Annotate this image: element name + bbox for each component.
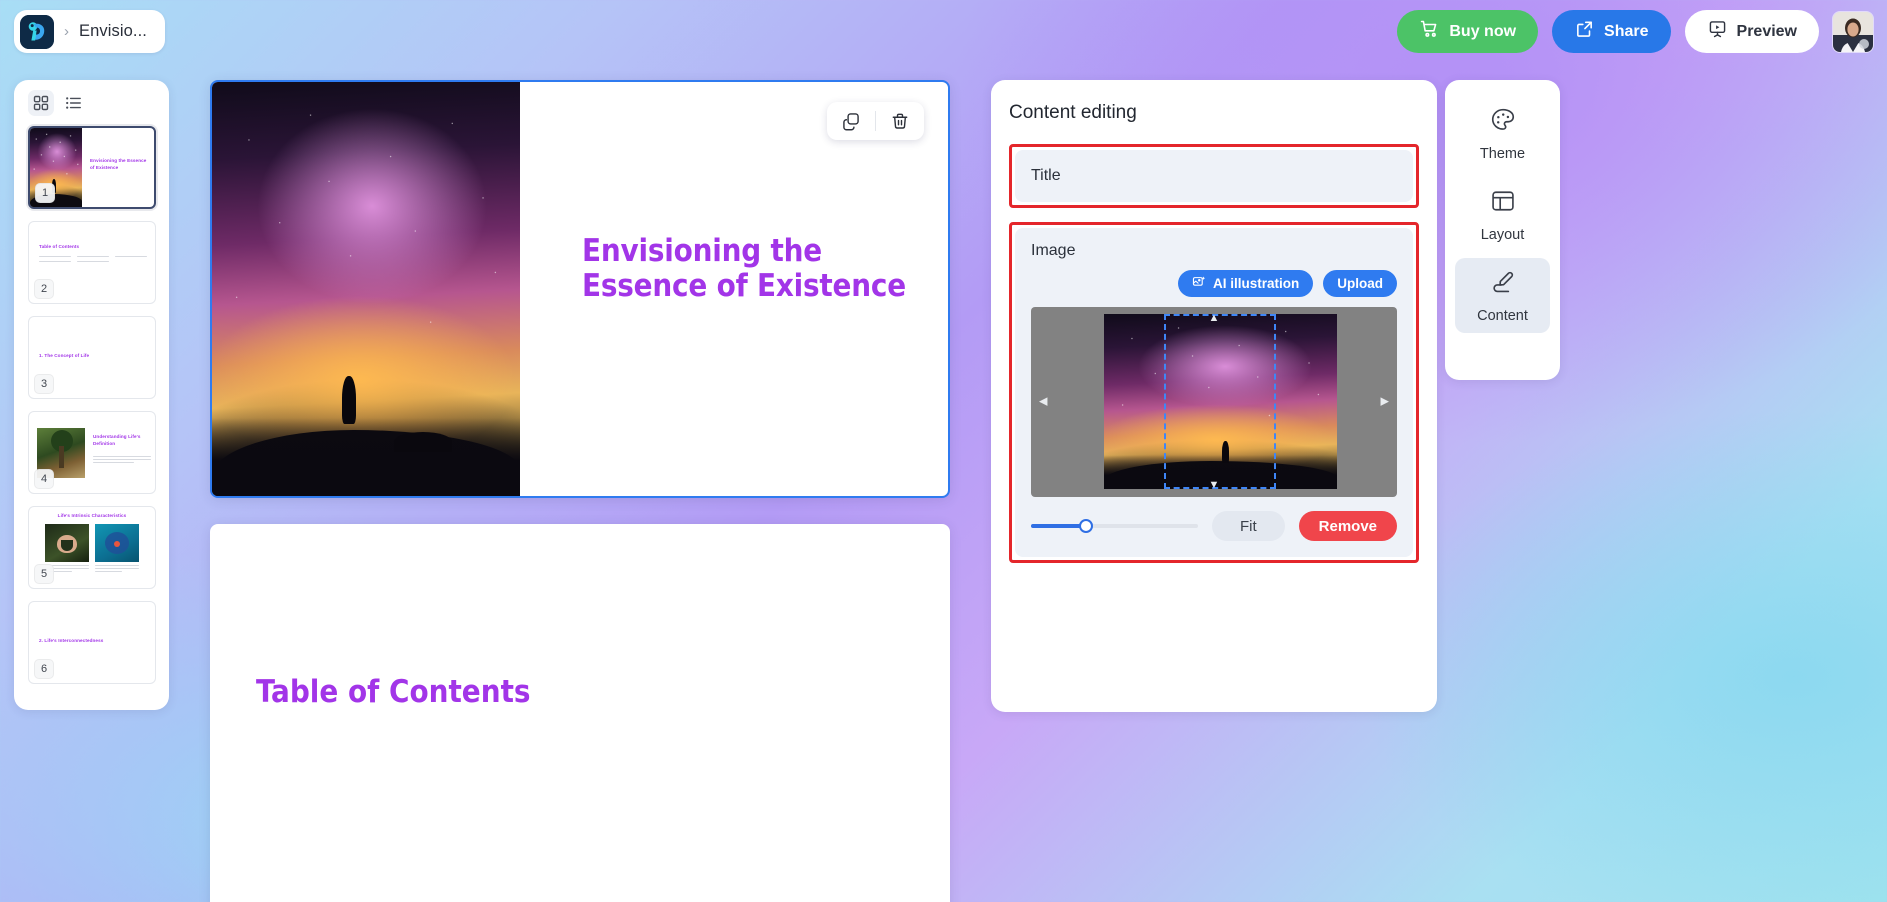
ai-illustration-button[interactable]: AI illustration — [1177, 270, 1314, 297]
active-slide[interactable]: Envisioning the Essence of Existence — [210, 80, 950, 498]
next-slide-title: Table of Contents — [256, 674, 531, 710]
slide-thumbnail-6[interactable]: 2. Life's Interconnectedness 6 — [28, 601, 156, 684]
ai-illustration-label: AI illustration — [1212, 276, 1300, 291]
thumb-5-image-a — [45, 524, 89, 562]
slide-toolbar — [827, 102, 924, 140]
fit-button[interactable]: Fit — [1211, 511, 1285, 541]
sidebar-view-toolbar — [14, 80, 169, 122]
rail-label-theme: Theme — [1479, 146, 1526, 162]
crop-arrow-down-icon[interactable]: ▼ — [1209, 480, 1220, 491]
rail-item-theme[interactable]: Theme — [1455, 96, 1550, 171]
pencil-edit-icon — [1489, 268, 1517, 301]
thumb-2-toc — [39, 256, 149, 264]
thumb-4-number: 4 — [34, 469, 54, 489]
document-title[interactable]: Envisio... — [79, 22, 147, 41]
slide-image[interactable] — [212, 82, 520, 496]
share-button[interactable]: Share — [1552, 10, 1671, 53]
thumb-1-number: 1 — [35, 183, 55, 203]
duplicate-icon[interactable] — [827, 102, 875, 140]
external-link-icon — [1574, 19, 1595, 44]
thumb-3-title: 1. The Concept of Life — [39, 353, 90, 358]
title-field-label: Title — [1031, 167, 1061, 184]
image-footer-controls: Fit Remove — [1031, 511, 1397, 541]
rail-item-content[interactable]: Content — [1455, 258, 1550, 333]
thumb-3-number: 3 — [34, 374, 54, 394]
trash-icon[interactable] — [876, 102, 924, 140]
slide-canvas: Envisioning the Essence of Existence Tab… — [210, 80, 950, 902]
palette-icon — [1489, 106, 1517, 139]
slide-thumbnail-2[interactable]: Table of Contents 2 — [28, 221, 156, 304]
title-section-highlight: Title — [1009, 144, 1419, 208]
preview-button[interactable]: Preview — [1684, 10, 1819, 53]
breadcrumb[interactable]: › Envisio... — [14, 10, 165, 53]
thumb-2-title: Table of Contents — [39, 244, 80, 249]
zoom-slider[interactable] — [1031, 519, 1198, 533]
breadcrumb-chevron-icon: › — [64, 23, 69, 40]
thumb-4-lines — [93, 456, 151, 465]
preview-label: Preview — [1736, 22, 1797, 40]
thumb-5-lines-b — [95, 565, 139, 574]
thumb-6-number: 6 — [34, 659, 54, 679]
next-slide[interactable]: Table of Contents — [210, 524, 950, 902]
buy-now-button[interactable]: Buy now — [1397, 10, 1539, 53]
thumb-6-title: 2. Life's Interconnectedness — [39, 638, 104, 643]
slider-fill — [1031, 524, 1087, 528]
thumb-5-title: Life's Intrinsic Characteristics — [57, 513, 127, 518]
presentation-play-icon — [1707, 19, 1728, 44]
slides-sidebar: Envisioning the Essence of Existence 1 T… — [14, 80, 169, 710]
content-editing-panel: Content editing Title Image AI illustrat… — [991, 80, 1437, 712]
remove-button[interactable]: Remove — [1298, 511, 1397, 541]
image-action-buttons: AI illustration Upload — [1031, 270, 1397, 297]
sparkle-image-icon — [1192, 275, 1206, 292]
rail-item-layout[interactable]: Layout — [1455, 177, 1550, 252]
image-crop-stage[interactable]: ▲ ▼ ◀ ▶ — [1031, 307, 1397, 497]
crop-arrow-right-icon[interactable]: ▶ — [1381, 396, 1389, 408]
slide-title[interactable]: Envisioning the Essence of Existence — [582, 233, 914, 304]
slider-knob[interactable] — [1079, 519, 1094, 533]
pixelied-logo-icon[interactable] — [20, 14, 54, 49]
thumb-5-number: 5 — [34, 564, 54, 584]
crop-arrow-up-icon[interactable]: ▲ — [1209, 313, 1220, 324]
title-field[interactable]: Title — [1015, 150, 1413, 202]
thumb-4-title: Understanding Life's Definition — [93, 434, 141, 446]
shopping-cart-icon — [1419, 19, 1440, 44]
thumb-5-image-b — [95, 524, 139, 562]
rail-label-layout: Layout — [1480, 227, 1525, 243]
crop-selection-box[interactable] — [1164, 314, 1276, 489]
image-section-highlight: Image AI illustration Upload ▲ ▼ ◀ ▶ Fit… — [1009, 222, 1419, 563]
buy-now-label: Buy now — [1449, 22, 1517, 40]
header-actions: Buy now Share Preview — [1397, 10, 1887, 53]
slide-thumbnail-4[interactable]: Understanding Life's Definition 4 — [28, 411, 156, 494]
image-field-label: Image — [1031, 242, 1076, 259]
slide-thumbnail-1[interactable]: Envisioning the Essence of Existence 1 — [28, 126, 156, 209]
thumb-2-number: 2 — [34, 279, 54, 299]
crop-arrow-left-icon[interactable]: ◀ — [1039, 396, 1047, 408]
slide-thumbnail-5[interactable]: Life's Intrinsic Characteristics 5 — [28, 506, 156, 589]
upload-button[interactable]: Upload — [1323, 270, 1397, 297]
user-avatar[interactable] — [1833, 11, 1873, 52]
slide-thumbnail-list: Envisioning the Essence of Existence 1 T… — [14, 122, 169, 684]
slide-thumbnail-3[interactable]: 1. The Concept of Life 3 — [28, 316, 156, 399]
upload-label: Upload — [1337, 276, 1383, 291]
image-field: Image AI illustration Upload ▲ ▼ ◀ ▶ Fit… — [1015, 228, 1413, 557]
editor-tool-rail: Theme Layout Content — [1445, 80, 1560, 380]
thumb-1-title: Envisioning the Essence of Existence — [90, 158, 147, 170]
app-header: › Envisio... Buy now Share Preview — [0, 0, 1887, 63]
list-view-icon[interactable] — [60, 90, 86, 116]
panel-heading: Content editing — [1009, 102, 1137, 123]
grid-view-icon[interactable] — [28, 90, 54, 116]
layout-panels-icon — [1489, 187, 1517, 220]
rail-label-content: Content — [1477, 308, 1528, 324]
share-label: Share — [1604, 22, 1649, 40]
